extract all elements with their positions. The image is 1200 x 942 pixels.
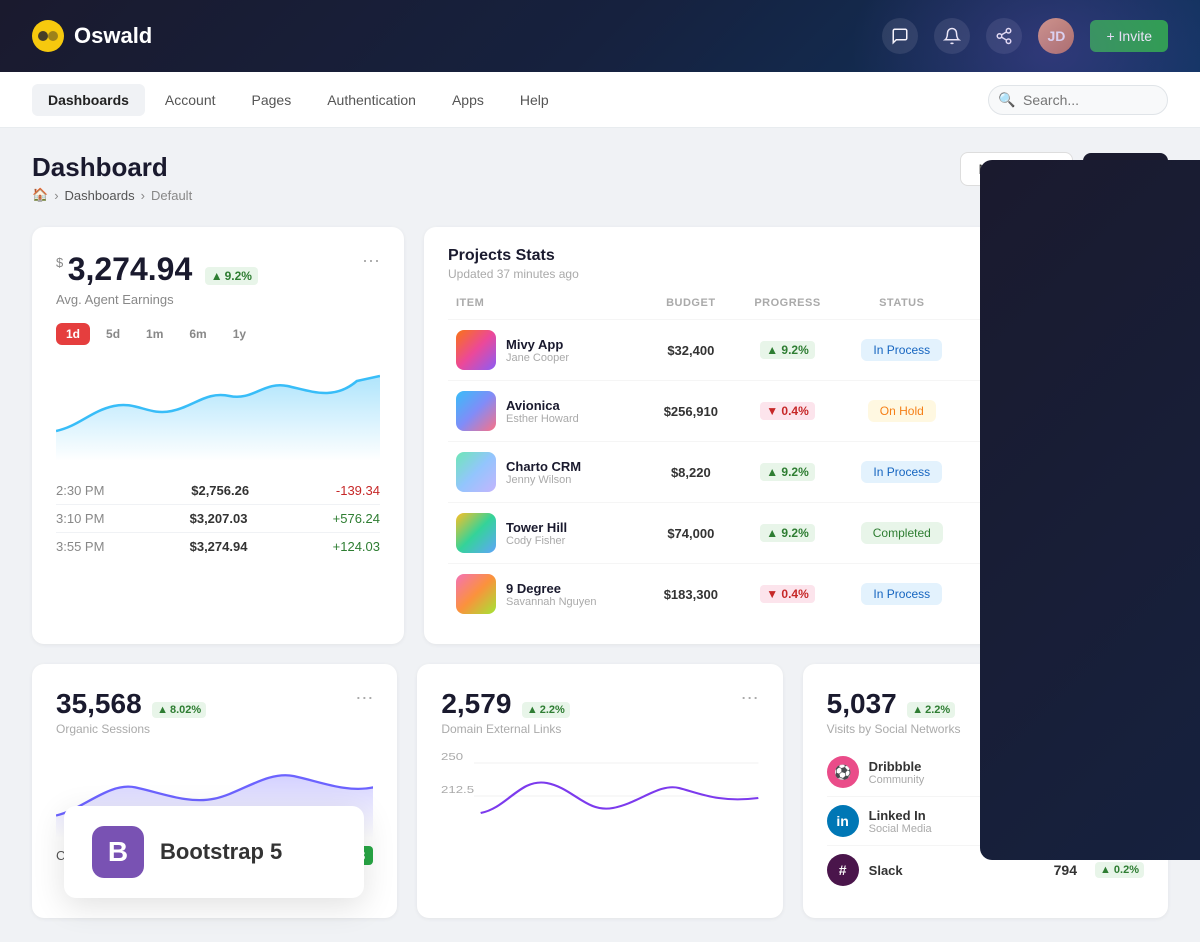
social-item-0: ⚽ Dribbble Community 579 ▲ 2.6% — [827, 748, 1144, 796]
bootstrap-overlay: B Bootstrap 5 — [64, 806, 364, 898]
table-row: Avionica Esther Howard $256,910 ▼ 0.4% O… — [448, 381, 1144, 442]
avatar[interactable]: JD — [1038, 18, 1074, 54]
earnings-row-1: 2:30 PM $2,756.26 -139.34 — [56, 477, 380, 504]
organic-sessions-card: ⋯ 35,568 ▲ 8.02% Organic Sessions — [32, 664, 397, 918]
breadcrumb: 🏠 › Dashboards › Default — [32, 187, 192, 203]
project-item-4: 9 Degree Savannah Nguyen — [456, 574, 638, 614]
topbar-chat-icon[interactable] — [882, 18, 918, 54]
time-filter-1d[interactable]: 1d — [56, 323, 90, 345]
organic-sessions-label: Organic Sessions — [56, 722, 373, 736]
col-view: VIEW — [1086, 297, 1144, 320]
project-thumb-3 — [456, 513, 496, 553]
col-chart: CHART — [964, 297, 1086, 320]
new-project-button[interactable]: New Project — [960, 152, 1073, 186]
view-button-1[interactable]: → — [1101, 397, 1129, 425]
bootstrap-text: Bootstrap 5 — [160, 839, 282, 865]
social-icon-2: # — [827, 854, 859, 886]
project-item-3: Tower Hill Cody Fisher — [456, 513, 638, 553]
nav-item-authentication[interactable]: Authentication — [311, 84, 432, 116]
table-row: 9 Degree Savannah Nguyen $183,300 ▼ 0.4%… — [448, 564, 1144, 625]
project-item-0: Mivy App Jane Cooper — [456, 330, 638, 370]
earnings-currency-symbol: $ — [56, 255, 63, 270]
col-status: STATUS — [840, 297, 964, 320]
domain-links-badge: ▲ 2.2% — [522, 702, 570, 718]
projects-title: Projects Stats — [448, 247, 579, 265]
time-filter-6m[interactable]: 6m — [179, 323, 216, 345]
logo-text: Oswald — [74, 23, 152, 49]
social-icon-0: ⚽ — [827, 756, 859, 788]
svg-text:250: 250 — [441, 751, 464, 762]
search-icon: 🔍 — [998, 91, 1015, 108]
social-icon-1: in — [827, 805, 859, 837]
history-button[interactable]: History — [1081, 247, 1144, 273]
view-button-4[interactable]: → — [1101, 580, 1129, 608]
social-item-1: in Linked In Social Media 1,088 ▼ 0.4% — [827, 796, 1144, 845]
table-row: Charto CRM Jenny Wilson $8,220 ▲ 9.2% In… — [448, 442, 1144, 503]
organic-sessions-badge: ▲ 8.02% — [152, 702, 206, 718]
domain-more-button[interactable]: ⋯ — [741, 688, 759, 709]
project-item-2: Charto CRM Jenny Wilson — [456, 452, 638, 492]
bootstrap-icon: B — [92, 826, 144, 878]
social-more-button[interactable]: ⋯ — [1126, 688, 1144, 709]
domain-links-card: ⋯ 2,579 ▲ 2.2% Domain External Links 250… — [417, 664, 782, 918]
time-filter-1y[interactable]: 1y — [223, 323, 256, 345]
social-networks-card: ⋯ 5,037 ▲ 2.2% Visits by Social Networks… — [803, 664, 1168, 918]
nav-item-help[interactable]: Help — [504, 84, 565, 116]
domain-links-number: 2,579 — [441, 688, 511, 719]
project-thumb-4 — [456, 574, 496, 614]
col-progress: PROGRESS — [735, 297, 839, 320]
earnings-card: ⋯ $ 3,274.94 ▲ 9.2% Avg. Agent Earnings … — [32, 227, 404, 644]
time-filter-1m[interactable]: 1m — [136, 323, 173, 345]
earnings-label: Avg. Agent Earnings — [56, 292, 380, 307]
view-button-3[interactable]: → — [1101, 519, 1129, 547]
svg-text:212.5: 212.5 — [441, 784, 475, 795]
col-budget: BUDGET — [646, 297, 735, 320]
earnings-more-button[interactable]: ⋯ — [362, 251, 380, 272]
nav-item-apps[interactable]: Apps — [436, 84, 500, 116]
time-filter-5d[interactable]: 5d — [96, 323, 130, 345]
earnings-chart — [56, 361, 380, 461]
breadcrumb-default: Default — [151, 188, 192, 203]
breadcrumb-dashboards[interactable]: Dashboards — [65, 188, 135, 203]
nav-item-account[interactable]: Account — [149, 84, 232, 116]
table-row: Mivy App Jane Cooper $32,400 ▲ 9.2% In P… — [448, 320, 1144, 381]
projects-subtitle: Updated 37 minutes ago — [448, 267, 579, 281]
domain-links-chart: 250 212.5 — [441, 748, 758, 838]
earnings-badge: ▲ 9.2% — [205, 267, 258, 285]
logo-icon — [32, 20, 64, 52]
breadcrumb-home: 🏠 — [32, 187, 48, 203]
earnings-row-2: 3:10 PM $3,207.03 +576.24 — [56, 504, 380, 532]
view-button-2[interactable]: → — [1101, 458, 1129, 486]
project-item-1: Avionica Esther Howard — [456, 391, 638, 431]
project-thumb-0 — [456, 330, 496, 370]
earnings-amount: 3,274.94 — [68, 251, 193, 287]
topbar-bell-icon[interactable] — [934, 18, 970, 54]
earnings-row-3: 3:55 PM $3,274.94 +124.03 — [56, 532, 380, 560]
page-title: Dashboard — [32, 152, 192, 183]
social-badge: ▲ 2.2% — [907, 702, 955, 718]
projects-stats-card: Projects Stats Updated 37 minutes ago Hi… — [424, 227, 1168, 644]
social-item-2: # Slack 794 ▲ 0.2% — [827, 845, 1144, 894]
projects-table: ITEM BUDGET PROGRESS STATUS CHART VIEW M… — [448, 297, 1144, 624]
social-number: 5,037 — [827, 688, 897, 719]
nav-item-dashboards[interactable]: Dashboards — [32, 84, 145, 116]
col-item: ITEM — [448, 297, 646, 320]
domain-links-label: Domain External Links — [441, 722, 758, 736]
nav-item-pages[interactable]: Pages — [236, 84, 308, 116]
invite-button[interactable]: + Invite — [1090, 20, 1168, 52]
project-thumb-2 — [456, 452, 496, 492]
table-row: Tower Hill Cody Fisher $74,000 ▲ 9.2% Co… — [448, 503, 1144, 564]
topbar-share-icon[interactable] — [986, 18, 1022, 54]
view-button-0[interactable]: → — [1101, 336, 1129, 364]
social-label: Visits by Social Networks — [827, 722, 1144, 736]
organic-sessions-number: 35,568 — [56, 688, 142, 719]
organic-more-button[interactable]: ⋯ — [355, 688, 373, 709]
reports-button[interactable]: Reports — [1083, 153, 1168, 185]
project-thumb-1 — [456, 391, 496, 431]
